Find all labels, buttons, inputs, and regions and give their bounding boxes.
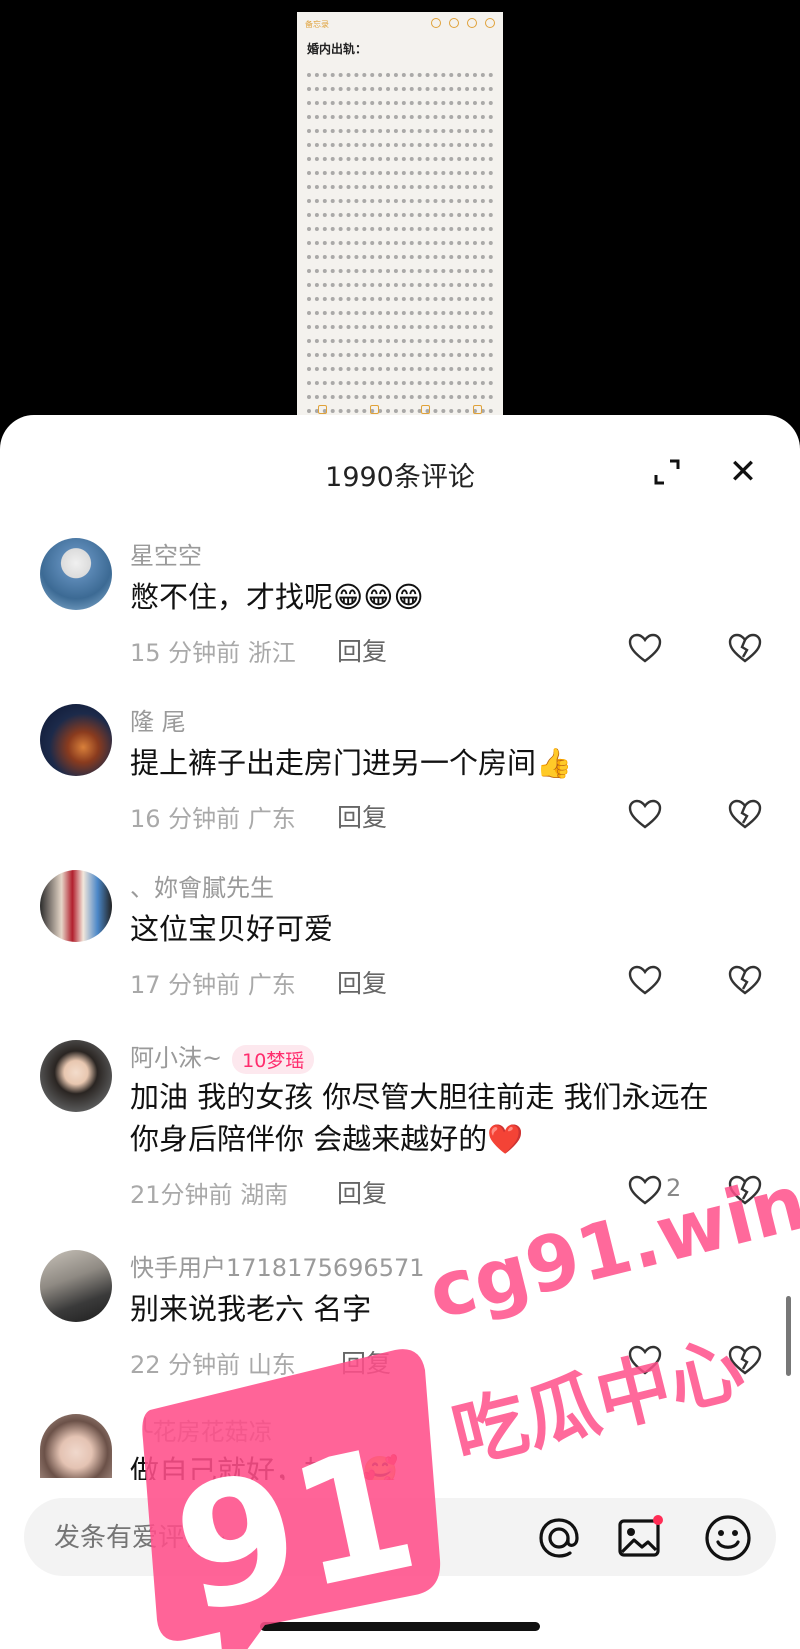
reply-button[interactable]: 回复 xyxy=(337,798,387,834)
comment-meta: 21分钟前 湖南 xyxy=(130,1175,288,1210)
broken-heart-icon[interactable] xyxy=(728,1345,762,1375)
heart-icon[interactable] xyxy=(628,1345,662,1375)
broken-heart-icon[interactable] xyxy=(728,633,762,663)
comment-time: 22 分钟前 xyxy=(130,1351,241,1379)
comment-text: 提上裤子出走房门进另一个房间👍 xyxy=(130,746,573,780)
notes-toolbar-icons xyxy=(423,18,495,30)
comment-input[interactable] xyxy=(54,1513,494,1561)
avatar[interactable] xyxy=(40,870,112,942)
comment-username[interactable]: 星空空 xyxy=(130,536,202,571)
comment-username[interactable]: 、妳會膩先生 xyxy=(130,868,274,903)
comment-time: 15 分钟前 xyxy=(130,639,241,667)
expand-icon[interactable] xyxy=(652,457,682,487)
notification-dot xyxy=(653,1515,663,1525)
comment-meta: 15 分钟前 浙江 xyxy=(130,633,296,668)
avatar[interactable] xyxy=(40,1250,112,1322)
comment-text: 别来说我老六 名字 xyxy=(130,1292,372,1326)
close-icon[interactable]: ✕ xyxy=(726,455,760,489)
reply-button[interactable]: 回复 xyxy=(337,1174,387,1210)
comment-region: 广东 xyxy=(247,805,296,833)
comment-meta: 22 分钟前 山东 xyxy=(130,1345,296,1380)
avatar[interactable] xyxy=(40,538,112,610)
comment-text: 这位宝贝好可爱 xyxy=(130,912,334,946)
comment-username[interactable]: 快手用户1718175696571 xyxy=(130,1248,425,1283)
notes-toolbar: 备忘录 xyxy=(297,12,503,36)
broken-heart-icon[interactable] xyxy=(728,1175,762,1205)
notes-back-label: 备忘录 xyxy=(305,19,329,29)
notes-screenshot: 备忘录 婚内出轨： xyxy=(297,12,503,420)
comment-meta: 16 分钟前 广东 xyxy=(130,799,296,834)
avatar[interactable] xyxy=(40,1040,112,1112)
comment-time: 16 分钟前 xyxy=(130,805,241,833)
fan-badge[interactable]: 10梦瑶 xyxy=(232,1044,315,1074)
emoji-icon[interactable] xyxy=(700,1510,756,1566)
broken-heart-icon[interactable] xyxy=(728,965,762,995)
reply-button[interactable]: 回复 xyxy=(337,632,387,668)
notes-body-text xyxy=(297,61,503,420)
heart-icon[interactable] xyxy=(628,799,662,829)
avatar[interactable] xyxy=(40,704,112,776)
comments-header: 1990条评论 ✕ xyxy=(0,415,800,527)
like-count: 2 xyxy=(666,1174,682,1202)
comment-time: 21分钟前 xyxy=(130,1181,233,1209)
heart-icon[interactable] xyxy=(628,965,662,995)
comment-text-line: 你身后陪伴你 会越来越好的❤️ xyxy=(130,1122,524,1156)
comment-username[interactable]: 隆 尾 xyxy=(130,702,186,737)
at-mention-icon[interactable] xyxy=(533,1512,585,1564)
comment-text: 做自己就好，加油🥰 xyxy=(130,1454,399,1480)
comment-time: 17 分钟前 xyxy=(130,971,241,999)
comment-region: 山东 xyxy=(247,1351,296,1379)
comment-region: 浙江 xyxy=(247,639,296,667)
notes-title: 婚内出轨： xyxy=(307,42,368,56)
image-icon[interactable] xyxy=(614,1512,666,1564)
comment-text: 加油 我的女孩 你尽管大胆往前走 我们永远在 你身后陪伴你 会越来越好的❤️ xyxy=(130,1076,760,1160)
comment-text: 憋不住，才找呢😁😁😁 xyxy=(130,580,424,614)
broken-heart-icon[interactable] xyxy=(728,799,762,829)
avatar[interactable] xyxy=(40,1414,112,1478)
heart-icon[interactable] xyxy=(628,633,662,663)
comment-text-line: 加油 我的女孩 你尽管大胆往前走 我们永远在 xyxy=(130,1080,709,1114)
comment-meta: 17 分钟前 广东 xyxy=(130,965,296,1000)
reply-button[interactable]: 回复 xyxy=(337,964,387,1000)
comment-username[interactable]: 阿小沫~ 10梦瑶 xyxy=(130,1038,315,1074)
heart-icon[interactable] xyxy=(628,1175,662,1205)
comment-username-text[interactable]: 阿小沫~ xyxy=(130,1044,222,1072)
video-preview-area[interactable]: 备忘录 婚内出轨： xyxy=(0,0,800,430)
comment-region: 湖南 xyxy=(240,1181,289,1209)
comment-username[interactable]: ╰花房花菇凉 xyxy=(138,1412,272,1447)
home-indicator[interactable] xyxy=(260,1622,540,1631)
comment-region: 广东 xyxy=(247,971,296,999)
reply-button[interactable]: 回复 xyxy=(341,1344,391,1380)
scrollbar[interactable] xyxy=(786,1296,791,1376)
